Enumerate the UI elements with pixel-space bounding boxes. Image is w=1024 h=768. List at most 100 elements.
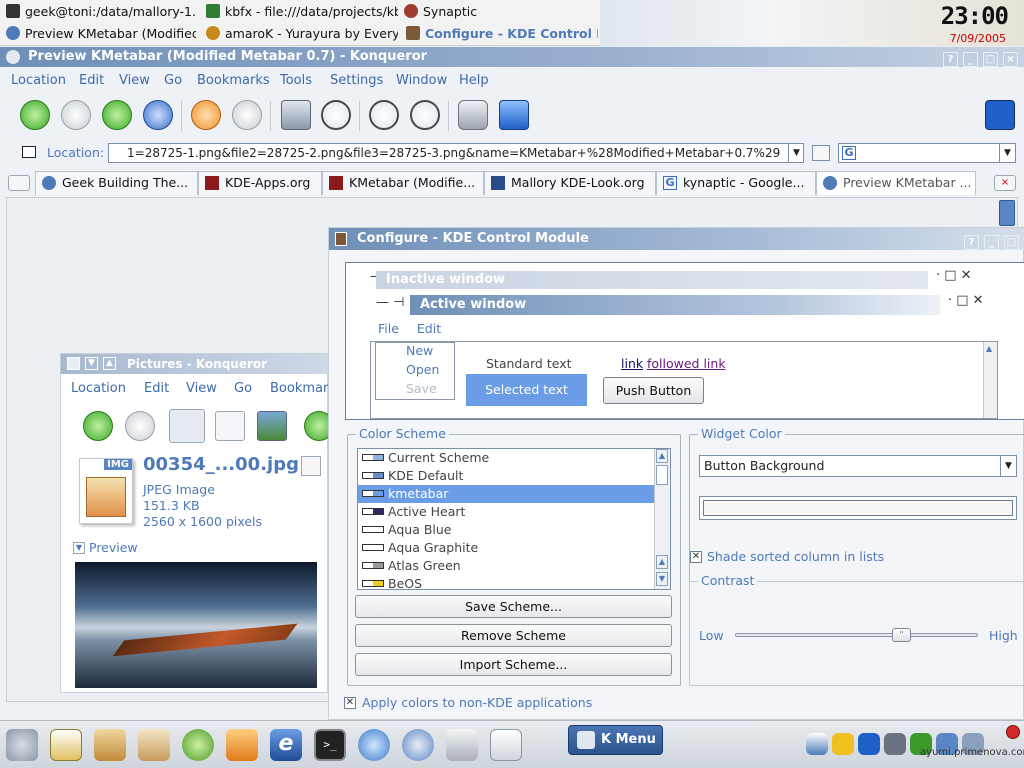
task-amarok[interactable]: amaroK - Yurayura by Every [206,23,398,45]
image-view-icon[interactable] [257,411,287,441]
icon-view-icon[interactable] [169,409,205,443]
location-input[interactable]: 1=28725-1.png&file2=28725-2.png&file3=28… [108,143,804,163]
scheme-item-kmetabar[interactable]: kmetabar [358,485,654,503]
save-scheme-button[interactable]: Save Scheme... [355,595,672,618]
task-synaptic[interactable]: Synaptic [404,1,514,23]
remove-scheme-button[interactable]: Remove Scheme [355,624,672,647]
scroll-up-icon[interactable]: ▲ [656,555,668,569]
window-titlebar[interactable]: Preview KMetabar (Modified Metabar 0.7) … [0,47,1024,67]
tab-geek-building[interactable]: Geek Building The... [35,171,198,195]
menu-settings[interactable]: Settings [330,73,383,88]
forward-icon[interactable] [125,411,155,441]
task-kbfx[interactable]: kbfx - file:///data/projects/kbf [206,1,398,23]
scheme-item-aqua-blue[interactable]: Aqua Blue [358,521,654,539]
scheme-item-atlas-green[interactable]: Atlas Green [358,557,654,575]
menu-tools[interactable]: Tools [280,73,312,88]
scheme-list[interactable]: Current Scheme KDE Default kmetabar Acti… [357,448,671,590]
globe-icon[interactable] [358,729,390,761]
tab-kynaptic-google[interactable]: Gkynaptic - Google... [656,171,816,195]
maximize-icon[interactable]: □ [1004,235,1019,250]
scheme-item-active-heart[interactable]: Active Heart [358,503,654,521]
scheme-item-beos[interactable]: BeOS [358,575,654,589]
menu-edit[interactable]: Edit [79,73,104,88]
scroll-down-icon[interactable]: ▼ [656,572,668,586]
new-tab-icon[interactable] [8,175,30,191]
scrollbar-thumb[interactable] [999,200,1015,226]
tray-alert-icon[interactable] [1006,725,1020,739]
back-icon[interactable] [20,100,50,130]
scheme-item-kde-default[interactable]: KDE Default [358,467,654,485]
maximize-icon[interactable]: □ [983,52,998,67]
search-dropdown-icon[interactable]: ▼ [999,144,1015,162]
menu-edit[interactable]: Edit [144,381,169,396]
pictures-titlebar[interactable]: ▼ ▲ Pictures - Konqueror [61,354,329,374]
file-manager-icon[interactable] [94,729,126,761]
menu-location[interactable]: Location [71,381,126,396]
reload-icon[interactable] [191,100,221,130]
zoom-out-icon[interactable] [410,100,440,130]
clock[interactable]: 23:00 [941,2,1009,30]
scroll-up-icon[interactable]: ▲ [656,449,668,463]
menu-view[interactable]: View [186,381,217,396]
file-thumbnail[interactable]: IMG [79,458,133,524]
properties-icon[interactable] [301,456,321,476]
help-icon[interactable]: ? [943,52,958,67]
apply-non-kde-checkbox[interactable]: ✕ [344,697,356,709]
home-folder-icon[interactable] [138,729,170,761]
preview-toggle[interactable]: ▼ Preview [73,540,138,555]
zoom-in-icon[interactable] [369,100,399,130]
konqueror-browser-icon[interactable]: e [270,729,302,761]
tab-preview-kmetabar[interactable]: Preview KMetabar ... [816,171,976,195]
lock-icon[interactable] [458,100,488,130]
k-menu-button[interactable]: K Menu [568,725,663,755]
tray-download-icon[interactable] [858,733,880,755]
kde-icon[interactable] [402,729,434,761]
clear-location-icon[interactable] [22,146,36,158]
amarok-icon[interactable] [226,729,258,761]
text-editor-icon[interactable] [50,729,82,761]
up-icon[interactable] [102,100,132,130]
tray-volume-icon[interactable] [884,733,906,755]
task-terminal[interactable]: geek@toni:/data/mallory-1.0 [6,1,196,23]
home-icon[interactable] [143,100,173,130]
shade-sorted-checkbox[interactable]: ✕ [690,551,702,563]
forward-icon[interactable] [61,100,91,130]
contrast-slider[interactable] [735,633,978,637]
detail-view-icon[interactable] [215,411,245,441]
tray-clipboard-icon[interactable] [806,733,828,755]
close-tab-icon[interactable]: × [994,175,1016,191]
scheme-item-current-scheme[interactable]: Current Scheme [358,449,654,467]
go-icon[interactable] [812,145,830,161]
minimize-icon[interactable]: _ [963,52,978,67]
location-dropdown-icon[interactable]: ▼ [788,144,804,162]
menu-go[interactable]: Go [164,73,182,88]
widget-color-select[interactable]: Button Background ▼ [699,455,1017,477]
kde-logo-icon[interactable] [6,729,38,761]
menu-view[interactable]: View [119,73,150,88]
task-preview-kmetabar[interactable]: Preview KMetabar (Modified [6,23,196,45]
tray-notes-icon[interactable] [832,733,854,755]
minimize-icon[interactable]: _ [984,235,999,250]
control-center-icon[interactable] [182,729,214,761]
widget-color-button[interactable] [699,496,1017,520]
menu-go[interactable]: Go [234,381,252,396]
keep-above-icon[interactable]: ▲ [103,357,116,370]
back-icon[interactable] [83,411,113,441]
search-input[interactable]: G ▼ [838,143,1016,163]
kde-gear-icon[interactable] [985,100,1015,130]
tab-kde-apps[interactable]: KDE-Apps.org [198,171,322,195]
scheme-list-scrollbar[interactable]: ▲ ▲ ▼ [654,449,670,589]
print-icon[interactable] [281,100,311,130]
stop-icon[interactable] [232,100,262,130]
find-icon[interactable] [321,100,351,130]
task-configure[interactable]: Configure - KDE Control M [406,23,598,45]
menu-help[interactable]: Help [459,73,489,88]
shade-icon[interactable]: ▼ [85,357,98,370]
menu-window[interactable]: Window [396,73,447,88]
download-icon[interactable] [499,100,529,130]
tab-kmetabar[interactable]: KMetabar (Modifie... [322,171,484,195]
menu-bookmarks[interactable]: Bookmar [270,381,328,396]
tab-mallory-kde-look[interactable]: Mallory KDE-Look.org [484,171,656,195]
menu-location[interactable]: Location [11,73,66,88]
help-icon[interactable]: ? [964,235,979,250]
